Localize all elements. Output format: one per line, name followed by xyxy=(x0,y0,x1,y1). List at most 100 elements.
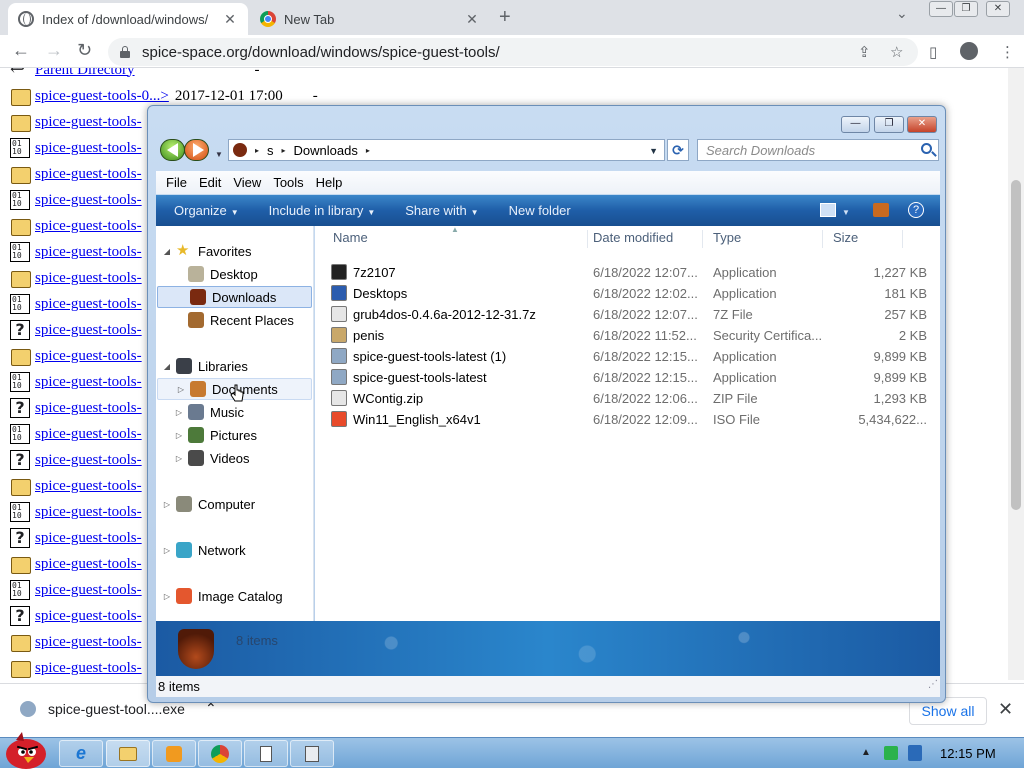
internet-explorer-taskbar-button[interactable]: e xyxy=(59,740,103,767)
star-icon[interactable]: ☆ xyxy=(890,43,903,61)
nav-item-videos[interactable]: ▷ Videos xyxy=(156,447,312,469)
menu-tools[interactable]: Tools xyxy=(273,175,303,190)
parent-directory-link[interactable]: Parent Directory xyxy=(35,68,135,79)
expand-icon[interactable]: ◢ xyxy=(162,247,172,256)
explorer-close-button[interactable]: ✕ xyxy=(907,116,937,133)
file-link[interactable]: spice-guest-tools- xyxy=(35,114,142,131)
forward-button[interactable]: → xyxy=(45,40,63,61)
show-hidden-icons-button[interactable]: ▲ xyxy=(861,747,871,758)
file-link[interactable]: spice-guest-tools- xyxy=(35,218,142,235)
expand-icon[interactable]: ◢ xyxy=(162,362,172,371)
file-row[interactable]: spice-guest-tools-latest (1) 6/18/2022 12… xyxy=(315,346,940,367)
nav-item-desktop[interactable]: Desktop xyxy=(156,263,312,285)
scrollbar-thumb[interactable] xyxy=(1011,180,1021,510)
close-tab-icon[interactable]: ✕ xyxy=(464,11,480,28)
new-folder-button[interactable]: New folder xyxy=(509,203,571,218)
expand-icon[interactable]: ▷ xyxy=(162,500,172,509)
nav-item-favorites[interactable]: ◢ ★ Favorites xyxy=(156,240,312,262)
file-row[interactable]: Win11_English_x64v1 6/18/2022 12:09... ISO… xyxy=(315,409,940,430)
file-link[interactable]: spice-guest-tools- xyxy=(35,296,142,313)
share-with-button[interactable]: Share with ▼ xyxy=(405,203,478,218)
breadcrumb-item-downloads[interactable]: Downloads xyxy=(294,143,358,158)
nav-item-image-catalog[interactable]: ▷ Image Catalog xyxy=(156,585,312,607)
column-size[interactable]: Size xyxy=(823,230,903,248)
column-name[interactable]: Name xyxy=(323,230,588,248)
search-icon[interactable] xyxy=(921,143,932,154)
nav-item-computer[interactable]: ▷ Computer xyxy=(156,493,312,515)
new-tab-button[interactable]: + xyxy=(499,6,511,29)
file-link[interactable]: spice-guest-tools- xyxy=(35,374,142,391)
file-link[interactable]: spice-guest-tools- xyxy=(35,348,142,365)
file-link[interactable]: spice-guest-tools- xyxy=(35,400,142,417)
file-row[interactable]: WContig.zip 6/18/2022 12:06... ZIP File 1,2… xyxy=(315,388,940,409)
menu-file[interactable]: File xyxy=(166,175,187,190)
chevron-down-icon[interactable]: ▼ xyxy=(842,208,850,217)
file-link[interactable]: spice-guest-tools- xyxy=(35,582,142,599)
file-row[interactable]: spice-guest-tools-latest 6/18/2022 12:15.… xyxy=(315,367,940,388)
change-view-icon[interactable] xyxy=(820,203,836,217)
menu-help[interactable]: Help xyxy=(316,175,343,190)
app-taskbar-button-2[interactable] xyxy=(290,740,334,767)
file-link[interactable]: spice-guest-tools- xyxy=(35,660,142,677)
network-status-icon[interactable] xyxy=(884,746,898,760)
volume-icon[interactable] xyxy=(908,745,922,761)
tab-new-tab[interactable]: New Tab ✕ xyxy=(250,3,490,35)
page-scrollbar[interactable] xyxy=(1008,68,1024,680)
explorer-minimize-button[interactable]: — xyxy=(841,116,870,133)
address-history-dropdown-icon[interactable]: ▼ xyxy=(649,146,658,156)
close-downloads-bar-button[interactable]: ✕ xyxy=(998,699,1013,720)
breadcrumb-separator-icon[interactable]: ▸ xyxy=(255,146,259,155)
expand-icon[interactable]: ▷ xyxy=(162,592,172,601)
file-link[interactable]: spice-guest-tools- xyxy=(35,530,142,547)
close-window-button[interactable]: ✕ xyxy=(986,1,1010,17)
search-downloads-input[interactable]: Search Downloads xyxy=(697,139,939,161)
expand-icon[interactable]: ▷ xyxy=(174,408,184,417)
nav-item-pictures[interactable]: ▷ Pictures xyxy=(156,424,312,446)
chrome-taskbar-button[interactable] xyxy=(198,740,242,767)
nav-item-downloads[interactable]: Downloads xyxy=(157,286,312,308)
breadcrumb-item-user[interactable]: s xyxy=(267,143,274,158)
app-taskbar-button[interactable] xyxy=(244,740,288,767)
recent-pages-dropdown-icon[interactable]: ▼ xyxy=(215,150,223,159)
restore-window-button[interactable]: ❐ xyxy=(954,1,978,17)
nav-item-music[interactable]: ▷ Music xyxy=(156,401,312,423)
file-link[interactable]: spice-guest-tools- xyxy=(35,556,142,573)
file-link[interactable]: spice-guest-tools- xyxy=(35,244,142,261)
explorer-address-bar[interactable]: ▸ s ▸ Downloads ▸ ▼ xyxy=(228,139,665,161)
nav-item-recent-places[interactable]: Recent Places xyxy=(156,309,312,331)
file-link[interactable]: spice-guest-tools- xyxy=(35,426,142,443)
forward-arrow-button[interactable] xyxy=(184,139,209,161)
organize-button[interactable]: Organize ▼ xyxy=(174,203,239,218)
menu-view[interactable]: View xyxy=(233,175,261,190)
taskbar-clock[interactable]: 12:15 PM xyxy=(940,746,996,761)
tab-search-button[interactable]: ⌄ xyxy=(896,5,908,22)
refresh-button[interactable]: ⟳ xyxy=(667,139,689,161)
file-row[interactable]: grub4dos-0.4.6a-2012-12-31.7z 6/18/2022 1… xyxy=(315,304,940,325)
file-link[interactable]: spice-guest-tools- xyxy=(35,504,142,521)
media-player-taskbar-button[interactable] xyxy=(152,740,196,767)
column-type[interactable]: Type xyxy=(703,230,823,248)
reload-button[interactable]: ↻ xyxy=(77,40,92,61)
resize-grip-icon[interactable]: ⋰ xyxy=(928,674,938,695)
nav-item-network[interactable]: ▷ Network xyxy=(156,539,312,561)
file-link[interactable]: spice-guest-tools- xyxy=(35,452,142,469)
file-link[interactable]: spice-guest-tools- xyxy=(35,140,142,157)
file-row[interactable]: penis 6/18/2022 11:52... Security Certific… xyxy=(315,325,940,346)
address-bar[interactable]: spice-space.org/download/windows/spice-g… xyxy=(108,38,918,66)
tab-index-of-download-windows[interactable]: Index of /download/windows/ ✕ xyxy=(8,3,248,35)
include-in-library-button[interactable]: Include in library ▼ xyxy=(269,203,376,218)
file-link[interactable]: spice-guest-tools- xyxy=(35,322,142,339)
file-link[interactable]: spice-guest-tools- xyxy=(35,608,142,625)
file-row[interactable]: 7z2107 6/18/2022 12:07... Application 1,227… xyxy=(315,262,940,283)
breadcrumb-separator-icon[interactable]: ▸ xyxy=(282,146,286,155)
minimize-window-button[interactable]: — xyxy=(929,1,953,17)
file-row[interactable]: Desktops 6/18/2022 12:02... Application 181… xyxy=(315,283,940,304)
nav-item-libraries[interactable]: ◢ Libraries xyxy=(156,355,312,377)
expand-icon[interactable]: ▷ xyxy=(162,546,172,555)
expand-icon[interactable]: ▷ xyxy=(176,385,186,394)
expand-icon[interactable]: ▷ xyxy=(174,431,184,440)
expand-icon[interactable]: ▷ xyxy=(174,454,184,463)
help-icon[interactable]: ? xyxy=(908,202,924,218)
start-button[interactable] xyxy=(2,730,52,770)
profile-icon[interactable] xyxy=(960,42,978,60)
